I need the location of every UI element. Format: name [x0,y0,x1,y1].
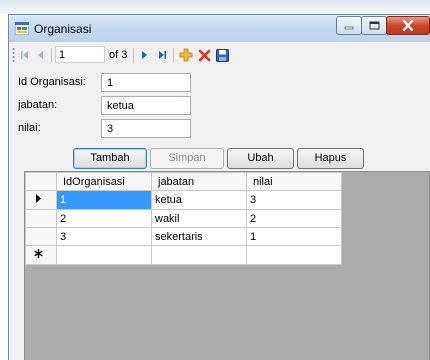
toolbar-separator [51,48,52,62]
new-cell[interactable] [151,245,247,265]
jabatan-label: jabatan: [18,99,58,111]
column-header-nilai[interactable]: nilai [246,172,342,191]
toolbar-separator [173,48,174,62]
grid-header-row: IdOrganisasi jabatan nilai [25,172,342,191]
cell-nilai[interactable]: 3 [246,190,342,210]
move-last-button[interactable] [155,48,169,62]
cell-idorganisasi[interactable]: 3 [56,227,152,246]
nilai-input[interactable] [101,119,191,138]
cell-idorganisasi[interactable]: 2 [56,209,152,228]
maximize-button[interactable] [361,16,387,35]
column-header-jabatan[interactable]: jabatan [151,172,247,191]
move-next-icon [142,51,147,59]
background-taskbar-strip [0,0,430,14]
move-last-icon [159,51,166,59]
maximize-icon [369,21,379,30]
row-header[interactable] [25,227,57,246]
move-first-button[interactable] [18,48,32,62]
move-previous-icon [38,51,43,59]
move-first-icon [21,51,28,59]
close-button[interactable] [386,16,430,35]
row-header[interactable] [25,209,57,228]
hapus-button[interactable]: Hapus [297,148,364,169]
new-row-asterisk-icon [34,249,43,258]
delete-button[interactable] [196,47,212,63]
add-icon [179,48,193,62]
jabatan-input[interactable] [101,96,191,115]
title-bar[interactable]: Organisasi [9,15,430,42]
column-header-idorganisasi[interactable]: IdOrganisasi [56,172,152,191]
save-icon [215,48,229,62]
data-grid-table: IdOrganisasi jabatan nilai 1 ketua 3 2 w… [25,172,342,265]
window-title: Organisasi [34,22,92,36]
cell-jabatan[interactable]: sekertaris [151,227,247,246]
position-input[interactable] [55,46,105,63]
move-previous-button[interactable] [34,48,48,62]
move-next-button[interactable] [137,48,151,62]
id-organisasi-input[interactable] [101,73,191,92]
current-row-icon [36,194,41,203]
add-new-button[interactable] [178,47,194,63]
form-app-icon [15,22,29,35]
simpan-button[interactable]: Simpan [150,148,224,169]
binding-navigator-toolbar: of 3 [9,43,430,67]
new-cell[interactable] [56,245,152,265]
organisasi-window: Organisasi 1 of 3 Id Organisasi: 1 jabat… [8,14,430,360]
cell-jabatan[interactable]: wakil [151,209,247,228]
nilai-label: nilai: [18,122,41,134]
row-header-current[interactable] [25,190,57,210]
tambah-button[interactable]: Tambah [73,148,147,169]
table-row[interactable]: 2 wakil 2 [25,209,342,228]
cell-nilai[interactable]: 1 [246,227,342,246]
save-button[interactable] [214,47,230,63]
id-organisasi-label: Id Organisasi: [18,76,86,88]
grid-corner-header[interactable] [25,172,57,191]
count-label: of 3 [109,49,128,61]
cell-nilai[interactable]: 2 [246,209,342,228]
table-row[interactable]: 3 sekertaris 1 [25,227,342,246]
close-icon [402,20,414,31]
toolbar-separator [133,48,134,62]
cell-jabatan[interactable]: ketua [151,190,247,210]
cell-idorganisasi[interactable]: 1 [56,190,152,210]
new-row[interactable] [25,245,342,265]
minimize-icon [344,26,354,29]
toolbar-grip[interactable] [12,47,15,63]
row-header-new[interactable] [25,245,57,265]
delete-icon [198,49,210,61]
table-row[interactable]: 1 ketua 3 [25,190,342,210]
data-grid[interactable]: IdOrganisasi jabatan nilai 1 ketua 3 2 w… [24,171,430,360]
ubah-button[interactable]: Ubah [227,148,294,169]
new-cell[interactable] [246,245,342,265]
minimize-button[interactable] [336,16,362,35]
